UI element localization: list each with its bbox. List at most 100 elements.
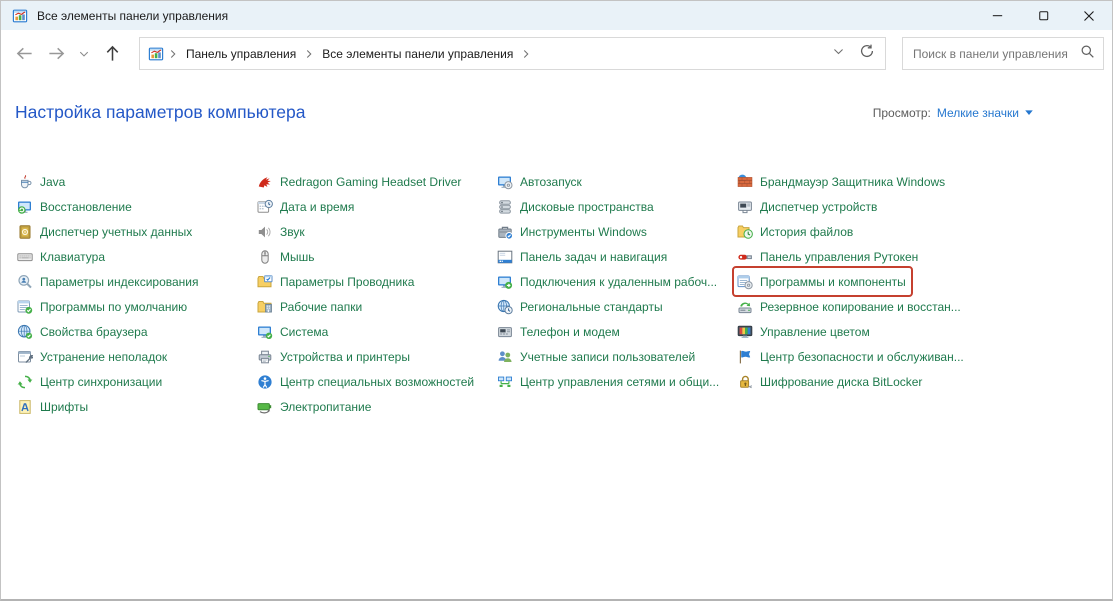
control-panel-item[interactable]: Свойства браузера [15,319,152,344]
control-panel-item[interactable]: Электропитание [255,394,375,419]
refresh-icon[interactable] [859,43,875,64]
control-panel-item[interactable]: Дисковые пространства [495,194,658,219]
item-label: Параметры Проводника [280,275,414,289]
user-accounts-icon [497,349,513,365]
control-panel-item[interactable]: Мышь [255,244,319,269]
item-label: Электропитание [280,400,371,414]
item-label: Программы и компоненты [760,275,906,289]
control-panel-item[interactable]: Резервное копирование и восстан... [735,294,965,319]
fonts-icon [17,399,33,415]
search-input[interactable] [913,47,1080,61]
item-label: Автозапуск [520,175,582,189]
power-options-icon [257,399,273,415]
control-panel-item[interactable]: Панель управления Рутокен [735,244,922,269]
control-panel-item[interactable]: Диспетчер учетных данных [15,219,196,244]
control-panel-item[interactable]: Java [15,169,69,194]
control-panel-item[interactable]: Рабочие папки [255,294,366,319]
control-panel-item[interactable]: Центр синхронизации [15,369,166,394]
chevron-right-icon[interactable] [519,47,533,61]
rutoken-icon [737,249,753,265]
control-panel-item[interactable]: Телефон и модем [495,319,624,344]
color-management-icon [737,324,753,340]
java-icon [17,174,33,190]
control-panel-item[interactable]: Параметры Проводника [255,269,418,294]
mouse-icon [257,249,273,265]
control-panel-item[interactable]: Дата и время [255,194,358,219]
item-label: Redragon Gaming Headset Driver [280,175,461,189]
address-dropdown-icon[interactable] [832,45,845,63]
control-panel-icon [148,46,164,62]
item-label: Дисковые пространства [520,200,654,214]
control-panel-item[interactable]: Устранение неполадок [15,344,171,369]
item-label: Панель управления Рутокен [760,250,918,264]
control-panel-item[interactable]: Параметры индексирования [15,269,202,294]
network-center-icon [497,374,513,390]
control-panel-item[interactable]: Управление цветом [735,319,874,344]
device-manager-icon [737,199,753,215]
control-panel-window: Все элементы панели управления [0,0,1113,601]
up-button[interactable] [99,41,125,67]
forward-button[interactable] [43,41,69,67]
search-box[interactable] [902,37,1104,70]
maximize-button[interactable] [1020,1,1066,30]
control-panel-item[interactable]: Redragon Gaming Headset Driver [255,169,465,194]
item-label: Управление цветом [760,325,870,339]
view-control: Просмотр: Мелкие значки [873,106,1034,120]
item-label: Свойства браузера [40,325,148,339]
control-panel-item[interactable]: Брандмауэр Защитника Windows [735,169,949,194]
close-button[interactable] [1066,1,1112,30]
control-panel-item[interactable]: Система [255,319,332,344]
autoplay-icon [497,174,513,190]
control-panel-item[interactable]: Панель задач и навигация [495,244,671,269]
control-panel-item[interactable]: Центр управления сетями и общи... [495,369,723,394]
recovery-icon [17,199,33,215]
item-label: Центр безопасности и обслуживан... [760,350,964,364]
control-panel-item[interactable]: Инструменты Windows [495,219,651,244]
keyboard-icon [17,249,33,265]
view-by-dropdown[interactable]: Мелкие значки [937,106,1034,120]
minimize-button[interactable] [974,1,1020,30]
back-button[interactable] [11,41,37,67]
recent-pages-chevron-icon[interactable] [75,41,93,67]
control-panel-item[interactable]: Устройства и принтеры [255,344,414,369]
control-panel-item[interactable]: Шрифты [15,394,92,419]
region-icon [497,299,513,315]
credential-manager-icon [17,224,33,240]
item-label: Шрифты [40,400,88,414]
view-label: Просмотр: [873,106,931,120]
control-panel-item[interactable]: История файлов [735,219,857,244]
breadcrumb[interactable]: Панель управления Все элементы панели уп… [139,37,886,70]
breadcrumb-item-all-items[interactable]: Все элементы панели управления [318,47,517,61]
control-panel-item[interactable]: Шифрование диска BitLocker [735,369,926,394]
control-panel-item[interactable]: Диспетчер устройств [735,194,881,219]
control-panel-item[interactable]: Клавиатура [15,244,109,269]
control-panel-item[interactable]: Программы по умолчанию [15,294,191,319]
item-label: Программы по умолчанию [40,300,187,314]
date-time-icon [257,199,273,215]
item-label: История файлов [760,225,853,239]
items-column-1: JavaВосстановлениеДиспетчер учетных данн… [15,169,255,419]
control-panel-item[interactable]: Автозапуск [495,169,586,194]
control-panel-item[interactable]: Звук [255,219,309,244]
control-panel-item[interactable]: Учетные записи пользователей [495,344,699,369]
windows-tools-icon [497,224,513,240]
breadcrumb-item-control-panel[interactable]: Панель управления [182,47,300,61]
phone-modem-icon [497,324,513,340]
control-panel-item[interactable]: Программы и компоненты [735,269,910,294]
control-panel-item[interactable]: Центр безопасности и обслуживан... [735,344,968,369]
control-panel-item[interactable]: Центр специальных возможностей [255,369,478,394]
item-label: Телефон и модем [520,325,620,339]
search-icon[interactable] [1080,44,1095,64]
taskbar-icon [497,249,513,265]
item-label: Система [280,325,328,339]
storage-spaces-icon [497,199,513,215]
control-panel-item[interactable]: Региональные стандарты [495,294,667,319]
control-panel-item[interactable]: Восстановление [15,194,136,219]
window-controls [974,1,1112,30]
item-label: Устранение неполадок [40,350,167,364]
ease-of-access-icon [257,374,273,390]
chevron-right-icon[interactable] [302,47,316,61]
item-label: Инструменты Windows [520,225,647,239]
control-panel-item[interactable]: Подключения к удаленным рабоч... [495,269,721,294]
window-title: Все элементы панели управления [37,9,228,23]
